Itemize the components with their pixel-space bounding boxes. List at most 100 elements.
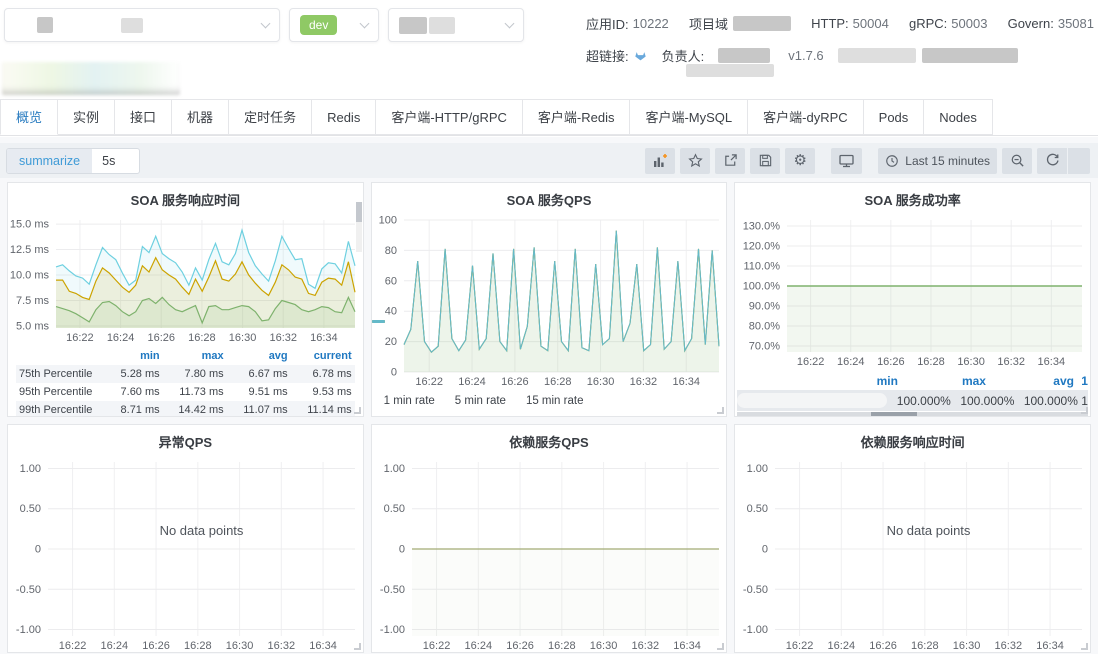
svg-text:16:22: 16:22	[786, 640, 814, 652]
share-button[interactable]	[715, 148, 745, 174]
header-selects: dev	[4, 8, 524, 42]
svg-text:16:28: 16:28	[188, 332, 216, 344]
legend-item[interactable]: 5 min rate	[455, 395, 506, 407]
interval-dropdown[interactable]: 5s	[92, 149, 139, 173]
panel-resize-handle[interactable]	[1081, 643, 1088, 650]
panel-resize-handle[interactable]	[1081, 407, 1088, 414]
dependency-response-time-chart[interactable]: 16:2216:2416:2616:2816:3016:3216:341.000…	[735, 454, 1090, 653]
tab-概览[interactable]: 概览	[0, 99, 58, 135]
panel-soa-qps: SOA 服务QPS 16:2216:2416:2616:2816:3016:32…	[371, 182, 728, 417]
svg-text:0: 0	[35, 544, 41, 556]
svg-text:16:32: 16:32	[998, 356, 1026, 368]
series-name[interactable]: 99th Percentile	[19, 404, 96, 416]
dashboard: summarize 5s	[0, 137, 1098, 654]
legend-header-max[interactable]: max	[898, 374, 986, 388]
redacted-extra-2	[922, 48, 1018, 63]
hyperlink: 超链接:	[586, 46, 648, 65]
svg-text:80.0%: 80.0%	[749, 321, 780, 333]
dependency-qps-chart[interactable]: 16:2216:2416:2616:2816:3016:3216:341.000…	[372, 454, 727, 653]
svg-text:16:22: 16:22	[797, 356, 825, 368]
svg-text:40: 40	[384, 306, 396, 318]
svg-text:16:26: 16:26	[147, 332, 175, 344]
svg-text:16:24: 16:24	[101, 640, 129, 652]
panel-soa-success-rate: SOA 服务成功率 16:2216:2416:2616:2816:3016:32…	[734, 182, 1091, 417]
svg-text:70.0%: 70.0%	[749, 341, 780, 353]
tab-客户端-MySQL[interactable]: 客户端-MySQL	[630, 99, 748, 135]
tab-Pods[interactable]: Pods	[864, 99, 925, 135]
svg-text:0.50: 0.50	[20, 503, 41, 515]
zoom-out-icon	[1010, 153, 1025, 168]
application-select[interactable]	[4, 8, 280, 42]
legend-header-min[interactable]: min	[810, 374, 898, 388]
tab-Redis[interactable]: Redis	[312, 99, 376, 135]
gitlab-icon[interactable]	[633, 49, 648, 62]
exception-qps-chart[interactable]: 16:2216:2416:2616:2816:3016:3216:341.000…	[8, 454, 363, 653]
svg-text:60: 60	[384, 275, 396, 287]
svg-text:16:32: 16:32	[631, 640, 659, 652]
zoom-out-button[interactable]	[1002, 148, 1032, 174]
panel-title: 依赖服务QPS	[372, 425, 727, 454]
panel-grid: SOA 服务响应时间 16:2216:2416:2616:2816:3016:3…	[0, 178, 1098, 653]
svg-text:16:28: 16:28	[911, 640, 939, 652]
percentile-legend-table: minmaxavgcurrent75th Percentile5.28 ms7.…	[8, 347, 363, 417]
legend-header-avg[interactable]: avg	[986, 374, 1074, 388]
response-time-chart[interactable]: 16:2216:2416:2616:2816:3016:3216:3415.0 …	[8, 212, 363, 346]
summarize-label[interactable]: summarize	[7, 149, 92, 173]
app-screen: dev 应用ID: 10222 项目域 HTTP: 50004	[0, 0, 1098, 654]
series-name[interactable]: 75th Percentile	[19, 368, 96, 380]
refresh-button[interactable]	[1037, 148, 1067, 174]
gear-icon: ⚙	[794, 153, 807, 168]
redacted-app-name-2	[121, 18, 143, 33]
svg-text:16:30: 16:30	[953, 640, 981, 652]
svg-text:1.00: 1.00	[747, 463, 768, 475]
legend-horizontal-scrollbar[interactable]	[737, 412, 1088, 417]
panel-resize-handle[interactable]	[354, 643, 361, 650]
svg-text:16:22: 16:22	[59, 640, 87, 652]
version: v1.7.6	[788, 48, 823, 63]
svg-text:16:28: 16:28	[548, 640, 576, 652]
tab-定时任务[interactable]: 定时任务	[229, 99, 312, 135]
series-name[interactable]: 95th Percentile	[19, 386, 96, 398]
add-panel-icon	[652, 153, 668, 169]
svg-text:0: 0	[762, 544, 768, 556]
tab-客户端-HTTP/gRPC[interactable]: 客户端-HTTP/gRPC	[376, 99, 523, 135]
tab-客户端-dyRPC[interactable]: 客户端-dyRPC	[748, 99, 864, 135]
svg-text:0.50: 0.50	[383, 503, 404, 515]
add-panel-button[interactable]	[645, 148, 675, 174]
success-rate-chart[interactable]: 16:2216:2416:2616:2816:3016:3216:34130.0…	[735, 212, 1090, 370]
legend-item[interactable]: 1 min rate	[384, 395, 435, 407]
legend-scrollbar[interactable]	[356, 202, 362, 252]
refresh-interval-dropdown[interactable]	[1068, 148, 1090, 174]
redacted-series-name[interactable]	[737, 393, 887, 408]
tab-Nodes[interactable]: Nodes	[924, 99, 993, 135]
tab-接口[interactable]: 接口	[115, 99, 172, 135]
tab-客户端-Redis[interactable]: 客户端-Redis	[523, 99, 631, 135]
panel-resize-handle[interactable]	[717, 407, 724, 414]
panel-resize-handle[interactable]	[717, 643, 724, 650]
cycle-view-button[interactable]	[831, 148, 862, 174]
settings-button[interactable]: ⚙	[785, 148, 815, 174]
legend-item[interactable]: 15 min rate	[526, 395, 584, 407]
save-button[interactable]	[750, 148, 780, 174]
star-button[interactable]	[680, 148, 710, 174]
cluster-select[interactable]	[388, 8, 524, 42]
time-range-button[interactable]: Last 15 minutes	[878, 148, 997, 174]
svg-text:16:24: 16:24	[828, 640, 856, 652]
redacted-extra-1	[838, 48, 916, 63]
svg-text:16:28: 16:28	[184, 640, 212, 652]
svg-text:0: 0	[391, 367, 397, 379]
svg-text:16:32: 16:32	[269, 332, 297, 344]
environment-select[interactable]: dev	[289, 8, 379, 42]
panel-resize-handle[interactable]	[354, 407, 361, 414]
svg-text:16:24: 16:24	[458, 376, 486, 388]
tab-实例[interactable]: 实例	[58, 99, 115, 135]
svg-text:16:34: 16:34	[309, 640, 337, 652]
svg-text:-1.00: -1.00	[743, 624, 768, 636]
svg-text:16:30: 16:30	[586, 376, 614, 388]
svg-text:16:30: 16:30	[589, 640, 617, 652]
redacted-domain	[733, 16, 791, 31]
qps-chart[interactable]: 16:2216:2416:2616:2816:3016:3216:3410080…	[372, 212, 727, 390]
panel-exception-qps: 异常QPS 16:2216:2416:2616:2816:3016:3216:3…	[7, 424, 364, 653]
svg-text:16:24: 16:24	[837, 356, 865, 368]
tab-机器[interactable]: 机器	[172, 99, 229, 135]
